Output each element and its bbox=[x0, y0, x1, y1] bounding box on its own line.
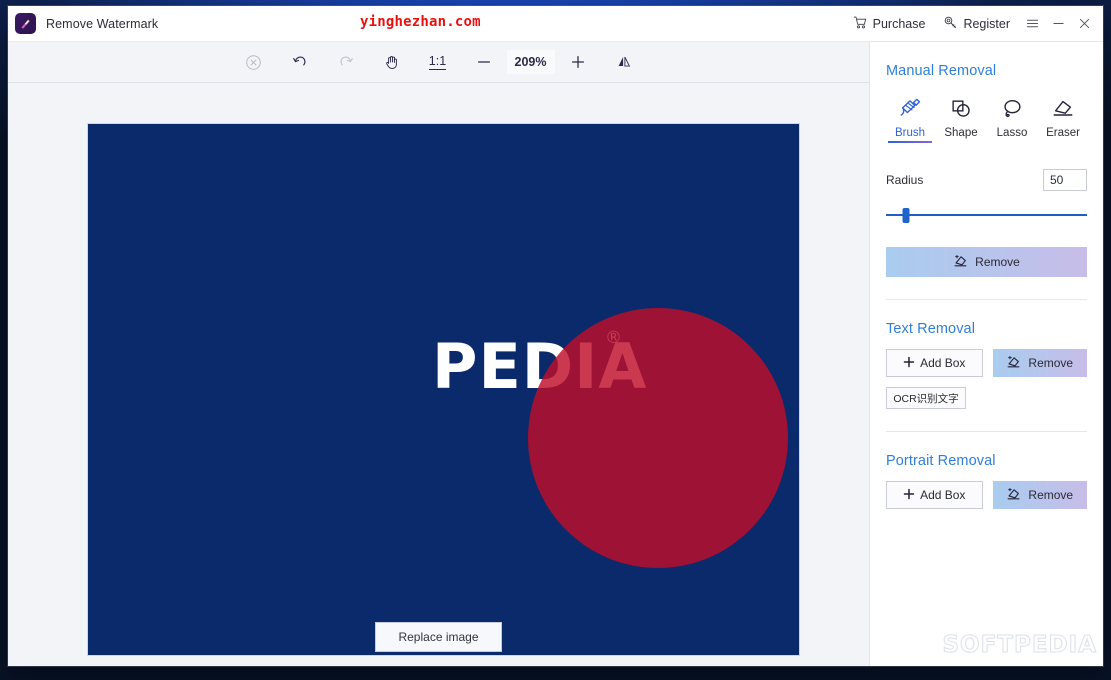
text-section-divider bbox=[886, 431, 1087, 432]
tool-tab-lasso[interactable]: Lasso bbox=[988, 95, 1036, 143]
undo-arrow-icon[interactable] bbox=[281, 48, 319, 76]
hand-pan-icon[interactable] bbox=[373, 48, 411, 76]
brush-app-icon bbox=[15, 13, 36, 34]
text-add-box-button[interactable]: Add Box bbox=[886, 349, 983, 377]
circle-x-icon[interactable] bbox=[235, 48, 273, 76]
lasso-icon bbox=[999, 95, 1025, 121]
brand-watermark: SOFTPEDIA bbox=[942, 632, 1097, 659]
purchase-button[interactable]: Purchase bbox=[844, 11, 935, 37]
radius-label: Radius bbox=[886, 173, 924, 187]
shopping-cart-icon bbox=[853, 15, 868, 33]
eraser-icon bbox=[1050, 95, 1076, 121]
redo-arrow-icon[interactable] bbox=[327, 48, 365, 76]
actual-size-label: 1:1 bbox=[428, 54, 447, 70]
tool-tab-eraser[interactable]: Eraser bbox=[1039, 95, 1087, 143]
ocr-recognize-text-button[interactable]: OCR识别文字 bbox=[886, 387, 966, 409]
tool-tab-lasso-label: Lasso bbox=[996, 127, 1028, 139]
zoom-out-button[interactable] bbox=[465, 48, 503, 76]
tool-tab-shape[interactable]: Shape bbox=[937, 95, 985, 143]
title-bar-actions: Purchase Register bbox=[844, 11, 1103, 37]
text-remove-button[interactable]: Remove bbox=[992, 349, 1087, 377]
tool-tab-brush-label: Brush bbox=[894, 127, 926, 139]
radius-slider-track bbox=[886, 214, 1087, 216]
portrait-add-box-label: Add Box bbox=[920, 488, 966, 502]
radius-row: Radius bbox=[886, 169, 1087, 191]
manual-section-divider bbox=[886, 299, 1087, 300]
zoom-in-button[interactable] bbox=[559, 48, 597, 76]
radius-slider[interactable] bbox=[886, 208, 1087, 223]
eraser-sparkle-icon bbox=[953, 254, 968, 271]
image-canvas[interactable]: PEDIA ® bbox=[87, 123, 800, 656]
tool-tab-shape-label: Shape bbox=[944, 127, 978, 139]
plus-icon bbox=[903, 356, 915, 371]
manual-tool-tabs: Brush Shape Lasso Eraser bbox=[886, 95, 1087, 143]
shape-icon bbox=[948, 95, 974, 121]
portrait-removal-title: Portrait Removal bbox=[886, 453, 996, 469]
portrait-add-box-button[interactable]: Add Box bbox=[886, 481, 983, 509]
register-button[interactable]: Register bbox=[934, 11, 1019, 37]
hamburger-menu-icon[interactable] bbox=[1019, 11, 1045, 37]
register-label: Register bbox=[963, 16, 1010, 31]
key-icon bbox=[943, 15, 958, 33]
eraser-sparkle-icon bbox=[1006, 355, 1021, 372]
editor-toolbar: 1:1 209% bbox=[8, 42, 869, 83]
window-title: Remove Watermark bbox=[46, 16, 159, 31]
eraser-sparkle-icon bbox=[1006, 487, 1021, 504]
flip-horizontal-icon[interactable] bbox=[605, 48, 643, 76]
radius-slider-thumb[interactable] bbox=[902, 208, 910, 223]
application-window: Remove Watermark yinghezhan.com Purchase bbox=[8, 6, 1103, 666]
brush-icon bbox=[897, 95, 923, 121]
window-body: 1:1 209% PEDIA Replace image Manual Remo… bbox=[8, 42, 1103, 666]
replace-image-button[interactable]: Replace image bbox=[375, 622, 502, 652]
canvas-area: PEDIA ® Replace image bbox=[8, 83, 869, 666]
tool-tab-eraser-label: Eraser bbox=[1046, 127, 1080, 139]
tools-side-panel: Manual Removal Brush Shape Lasso Eraser … bbox=[869, 42, 1103, 666]
text-add-box-label: Add Box bbox=[920, 356, 966, 370]
brush-selection-mask[interactable] bbox=[528, 308, 788, 568]
editor-area: 1:1 209% PEDIA Replace image bbox=[8, 42, 869, 666]
plus-icon bbox=[903, 488, 915, 503]
text-removal-title: Text Removal bbox=[886, 321, 976, 337]
manual-removal-title: Manual Removal bbox=[886, 63, 997, 79]
zoom-level-value[interactable]: 209% bbox=[506, 50, 555, 74]
purchase-label: Purchase bbox=[872, 16, 926, 31]
actual-size-button[interactable]: 1:1 bbox=[419, 48, 457, 76]
title-bar: Remove Watermark yinghezhan.com Purchase bbox=[8, 6, 1103, 42]
portrait-remove-label: Remove bbox=[1028, 488, 1074, 502]
portrait-remove-button[interactable]: Remove bbox=[992, 481, 1087, 509]
manual-remove-button[interactable]: Remove bbox=[886, 247, 1087, 277]
text-remove-label: Remove bbox=[1028, 356, 1074, 370]
tool-tab-brush[interactable]: Brush bbox=[886, 95, 934, 143]
minimize-icon[interactable] bbox=[1045, 11, 1071, 37]
replace-image-row: Replace image bbox=[8, 622, 869, 652]
text-removal-actions: Add Box Remove bbox=[886, 349, 1087, 377]
portrait-removal-actions: Add Box Remove bbox=[886, 481, 1087, 509]
radius-input[interactable] bbox=[1043, 169, 1087, 191]
manual-remove-label: Remove bbox=[975, 255, 1020, 269]
site-watermark: yinghezhan.com bbox=[360, 14, 481, 30]
close-icon[interactable] bbox=[1071, 11, 1097, 37]
